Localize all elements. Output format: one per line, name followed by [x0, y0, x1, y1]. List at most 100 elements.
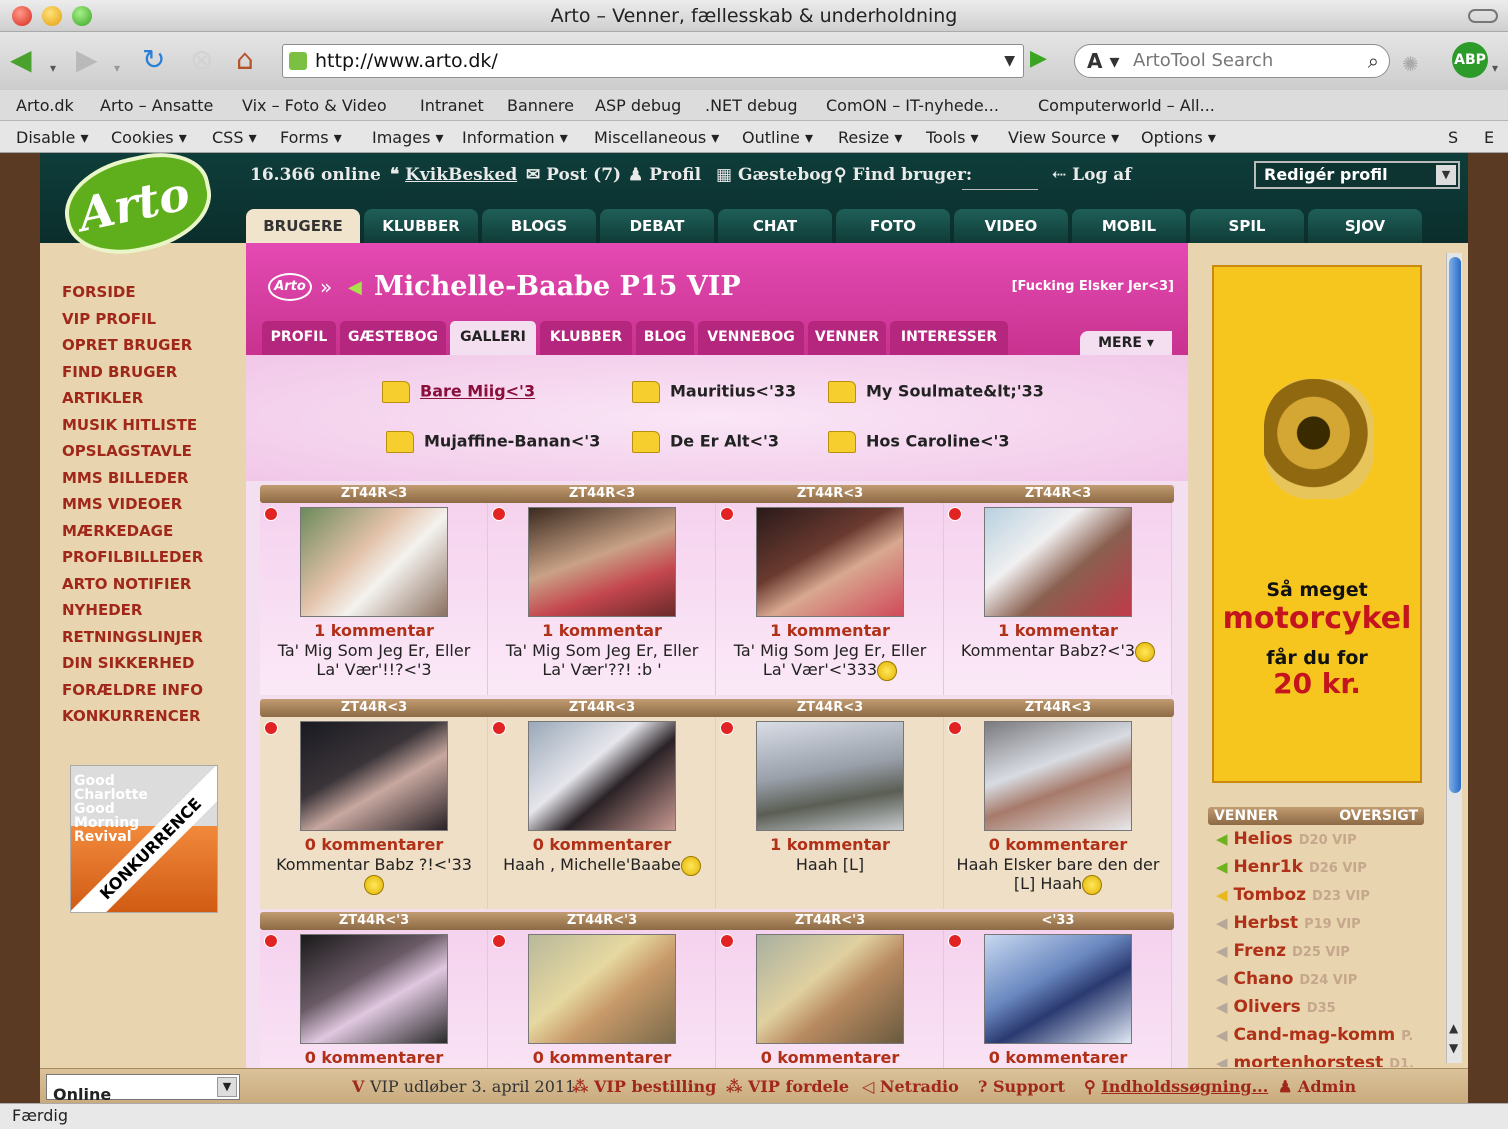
photo-thumbnail[interactable] [528, 721, 676, 831]
home-icon[interactable]: ⌂ [236, 42, 254, 78]
profil-link[interactable]: ♟ Profil [628, 165, 701, 185]
delete-photo-icon[interactable] [492, 934, 506, 948]
post-link[interactable]: ✉ Post (7) [526, 165, 621, 185]
subtab-interesser[interactable]: INTERESSER [890, 321, 1008, 355]
sidebar-item[interactable]: ARTIKLER [62, 389, 143, 407]
photo-thumbnail[interactable] [300, 721, 448, 831]
sidebar-item[interactable]: FORSIDE [62, 283, 136, 301]
folder-item[interactable]: My Soulmate&lt;'33 [828, 381, 1044, 403]
sidebar-item[interactable]: MMS BILLEDER [62, 469, 189, 487]
sidebar-item[interactable]: OPSLAGSTAVLE [62, 442, 192, 460]
scroll-up-arrow-icon[interactable]: ▲ [1449, 1021, 1458, 1035]
delete-photo-icon[interactable] [948, 507, 962, 521]
vip-benefits-link[interactable]: ⁂ VIP fordele [726, 1077, 849, 1096]
devtool-menu[interactable]: Miscellaneous ▾ [594, 128, 719, 147]
devtool-menu[interactable]: Information ▾ [462, 128, 568, 147]
photo-thumbnail[interactable] [300, 934, 448, 1044]
support-link[interactable]: ? Support [978, 1077, 1065, 1096]
friend-item[interactable]: ◀ Henr1k D26 VIP [1216, 857, 1367, 877]
netradio-link[interactable]: ◁ Netradio [862, 1077, 959, 1096]
sidebar-item[interactable]: MMS VIDEOER [62, 495, 182, 513]
photo-thumbnail[interactable] [528, 934, 676, 1044]
konkurrence-banner[interactable]: Good Charlotte Good Morning Revival KONK… [70, 765, 218, 913]
comment-count[interactable]: 0 kommentarer [488, 1048, 716, 1067]
stop-icon[interactable]: ⊗ [190, 42, 213, 78]
comment-count[interactable]: 0 kommentarer [716, 1048, 944, 1067]
comment-count[interactable]: 0 kommentarer [260, 1048, 488, 1067]
friend-item[interactable]: ◀ Cand-mag-komm P. [1216, 1025, 1413, 1045]
toolbar-toggle-button[interactable] [1468, 9, 1498, 23]
subtab-galleri[interactable]: GALLERI [450, 321, 536, 355]
back-history-dropdown-icon[interactable]: ▾ [50, 50, 56, 86]
tab-blogs[interactable]: BLOGS [482, 209, 596, 243]
devtool-indicator[interactable]: E [1484, 128, 1494, 147]
online-status-select[interactable]: Online ▼ [46, 1074, 240, 1104]
tab-spil[interactable]: SPIL [1190, 209, 1304, 243]
arto-small-logo[interactable]: Arto [268, 273, 312, 301]
kvikbesked-link[interactable]: ❝ KvikBesked [390, 165, 517, 185]
comment-count[interactable]: 1 kommentar [488, 621, 716, 640]
photo-thumbnail[interactable] [756, 721, 904, 831]
photo-thumbnail[interactable] [528, 507, 676, 617]
sidebar-item[interactable]: MÆRKEDAGE [62, 522, 173, 540]
url-input[interactable]: http://www.arto.dk/ ▼ [282, 44, 1024, 78]
sidebar-item[interactable]: NYHEDER [62, 601, 142, 619]
tab-mobil[interactable]: MOBIL [1072, 209, 1186, 243]
delete-photo-icon[interactable] [948, 721, 962, 735]
delete-photo-icon[interactable] [492, 721, 506, 735]
search-icon[interactable]: ⌕ [1368, 45, 1379, 77]
more-tabs-button[interactable]: MERE ▾ [1080, 331, 1172, 355]
tab-brugere[interactable]: BRUGERE [246, 209, 360, 243]
sidebar-item[interactable]: FIND BRUGER [62, 363, 177, 381]
folder-item[interactable]: Bare Miig<'3 [382, 381, 535, 403]
bookmark-item[interactable]: Vix – Foto & Video [242, 96, 387, 115]
devtool-menu[interactable]: View Source ▾ [1008, 128, 1119, 147]
subtab-venner[interactable]: VENNER [808, 321, 886, 355]
adblock-icon[interactable]: ABP [1452, 42, 1488, 78]
tab-video[interactable]: VIDEO [954, 209, 1068, 243]
devtool-menu[interactable]: Cookies ▾ [111, 128, 187, 147]
admin-link[interactable]: ♟ Admin [1278, 1077, 1356, 1096]
bookmark-item[interactable]: Arto.dk [16, 96, 74, 115]
folder-item[interactable]: Hos Caroline<'3 [828, 431, 1010, 453]
back-arrow-icon[interactable]: ◀ [10, 42, 32, 78]
comment-count[interactable]: 1 kommentar [716, 835, 944, 854]
subtab-blog[interactable]: BLOG [636, 321, 694, 355]
comment-count[interactable]: 0 kommentarer [944, 835, 1172, 854]
delete-photo-icon[interactable] [720, 721, 734, 735]
bookmark-item[interactable]: Bannere [507, 96, 574, 115]
logout-link[interactable]: ⇠ Log af [1052, 165, 1132, 185]
folder-item[interactable]: Mauritius<'33 [632, 381, 796, 403]
bookmark-item[interactable]: Arto – Ansatte [100, 96, 213, 115]
friend-item[interactable]: ◀ Olivers D35 [1216, 997, 1336, 1017]
vip-order-link[interactable]: ⁂ VIP bestilling [572, 1077, 716, 1096]
scrollbar-thumb[interactable] [1449, 257, 1461, 793]
delete-photo-icon[interactable] [948, 934, 962, 948]
adblock-dropdown-icon[interactable]: ▾ [1492, 50, 1498, 86]
bookmark-item[interactable]: ASP debug [595, 96, 681, 115]
photo-thumbnail[interactable] [984, 934, 1132, 1044]
gaestebog-link[interactable]: ▦ Gæstebog [716, 165, 832, 185]
photo-thumbnail[interactable] [984, 507, 1132, 617]
edit-profile-select[interactable]: Redigér profil ▼ [1254, 161, 1460, 189]
go-arrow-icon[interactable]: ▶ [1030, 46, 1047, 71]
delete-photo-icon[interactable] [264, 934, 278, 948]
sidebar-item[interactable]: MUSIK HITLISTE [62, 416, 197, 434]
forward-arrow-icon[interactable]: ▶ [76, 42, 98, 78]
comment-count[interactable]: 0 kommentarer [260, 835, 488, 854]
delete-photo-icon[interactable] [492, 507, 506, 521]
friend-item[interactable]: ◀ mortenhorstest D1. [1216, 1053, 1414, 1067]
tab-klubber[interactable]: KLUBBER [364, 209, 478, 243]
delete-photo-icon[interactable] [720, 507, 734, 521]
delete-photo-icon[interactable] [720, 934, 734, 948]
folder-item[interactable]: Mujaffine-Banan<'3 [386, 431, 600, 453]
find-user-input[interactable] [962, 189, 1038, 190]
tab-debat[interactable]: DEBAT [600, 209, 714, 243]
sidebar-item[interactable]: DIN SIKKERHED [62, 654, 195, 672]
devtool-indicator[interactable]: S [1448, 128, 1458, 147]
subtab-gaestebog[interactable]: GÆSTEBOG [340, 321, 446, 355]
devtool-menu[interactable]: Disable ▾ [16, 128, 88, 147]
subtab-profil[interactable]: PROFIL [262, 321, 336, 355]
content-search-link[interactable]: ⚲ Indholdssøgning... [1084, 1077, 1268, 1096]
url-history-dropdown-icon[interactable]: ▼ [1004, 45, 1015, 77]
